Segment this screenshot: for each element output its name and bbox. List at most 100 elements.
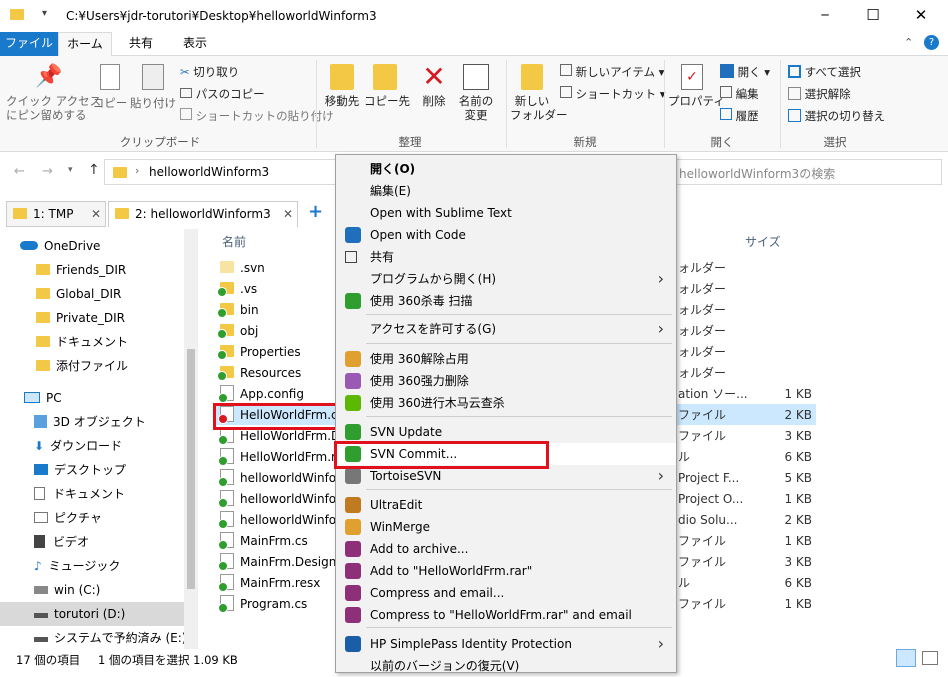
nav-pc[interactable]: PC — [24, 386, 62, 410]
history-button[interactable]: 履歴 — [720, 108, 759, 124]
menu-item[interactable]: HP SimplePass Identity Protection › — [336, 633, 676, 655]
file-row[interactable]: bin — [217, 300, 259, 321]
file-row[interactable]: helloworldWinfor — [218, 510, 341, 531]
nav-onedrive[interactable]: OneDrive — [20, 234, 100, 258]
nav-item[interactable]: 3D オブジェクト — [34, 410, 146, 434]
menu-item[interactable]: 使用 360强力删除 — [336, 370, 676, 392]
nav-scrollbar[interactable] — [184, 229, 198, 649]
file-row[interactable]: App.config — [218, 384, 304, 405]
recent-dropdown-icon[interactable]: ▾ — [68, 165, 73, 175]
nav-item[interactable]: win (C:) — [34, 578, 100, 602]
new-item-button[interactable]: 新しいアイテム ▾ — [560, 64, 664, 80]
menu-item[interactable]: Open with Code — [336, 224, 676, 246]
column-header-name[interactable]: 名前 — [222, 233, 246, 250]
menu-item[interactable]: SVN Update — [336, 421, 676, 443]
quick-access-dropdown-icon[interactable]: ▾ — [42, 8, 47, 19]
close-icon[interactable]: ✕ — [283, 202, 293, 226]
file-row[interactable]: helloworldWinfor — [218, 489, 341, 510]
nav-item[interactable]: ♪ ミュージック — [34, 554, 120, 578]
large-icons-view-icon[interactable] — [922, 651, 938, 665]
menu-item[interactable]: Compress and email... — [336, 582, 676, 604]
file-row[interactable]: .svn — [220, 258, 265, 279]
move-to-button[interactable]: 移動先 — [322, 64, 362, 108]
scrollbar-thumb[interactable] — [187, 349, 195, 589]
menu-item[interactable]: 以前のバージョンの復元(V) — [336, 655, 676, 677]
menu-item[interactable]: Add to archive... — [336, 538, 676, 560]
back-icon[interactable]: ← — [14, 164, 25, 179]
folder-tab-tmp[interactable]: 1: TMP ✕ — [6, 201, 106, 227]
file-row[interactable]: HelloWorldFrm.re — [218, 447, 343, 468]
folder-tab-helloworld[interactable]: 2: helloworldWinform3 ✕ — [108, 201, 298, 227]
nav-item[interactable]: 添付ファイル — [36, 354, 128, 378]
tab-file[interactable]: ファイル — [0, 32, 58, 56]
nav-item[interactable]: ドキュメント — [34, 482, 125, 506]
nav-item[interactable]: ドキュメント — [36, 330, 128, 354]
delete-button[interactable]: ✕ 削除 — [414, 63, 454, 109]
tab-share[interactable]: 共有 — [116, 32, 166, 56]
cut-button[interactable]: ✂ 切り取り — [180, 64, 239, 80]
file-row[interactable]: Program.cs — [218, 594, 307, 615]
paste-shortcut-button[interactable]: ショートカットの貼り付け — [180, 108, 334, 124]
file-row[interactable]: obj — [217, 321, 258, 342]
rename-button[interactable]: 名前の 変更 — [456, 64, 496, 122]
new-tab-icon[interactable]: + — [308, 201, 323, 222]
menu-item[interactable]: Compress to "HelloWorldFrm.rar" and emai… — [336, 604, 676, 626]
column-header-size[interactable]: サイズ — [745, 233, 781, 250]
menu-item[interactable]: Open with Sublime Text — [336, 202, 676, 224]
help-icon[interactable]: ? — [924, 35, 939, 50]
nav-item[interactable]: Private_DIR — [36, 306, 125, 330]
file-row[interactable]: Properties — [217, 342, 301, 363]
edit-button[interactable]: 編集 — [720, 86, 759, 102]
menu-item[interactable]: 使用 360进行木马云查杀 — [336, 392, 676, 414]
menu-item[interactable]: 使用 360杀毒 扫描 — [336, 290, 676, 312]
search-box[interactable]: helloworldWinform3の検索 — [676, 159, 942, 185]
menu-item[interactable]: 共有 — [336, 246, 676, 268]
open-button[interactable]: 開く ▾ — [720, 64, 770, 80]
details-view-icon[interactable] — [896, 649, 916, 667]
menu-item[interactable]: 使用 360解除占用 — [336, 348, 676, 370]
tab-view[interactable]: 表示 — [170, 32, 220, 56]
file-row[interactable]: Resources — [217, 363, 301, 384]
chevron-up-icon[interactable]: ⌃ — [904, 36, 913, 49]
nav-item[interactable]: ⬇ ダウンロード — [34, 434, 122, 458]
paste-button[interactable]: 貼り付け — [130, 64, 176, 110]
menu-item[interactable]: UltraEdit — [336, 494, 676, 516]
forward-icon[interactable]: → — [42, 164, 53, 179]
menu-item[interactable]: WinMerge — [336, 516, 676, 538]
menu-item[interactable]: プログラムから開く(H) › — [336, 268, 676, 290]
file-row[interactable]: .vs — [217, 279, 257, 300]
up-icon[interactable]: ↑ — [88, 162, 100, 178]
file-row[interactable]: MainFrm.Designer — [218, 552, 349, 573]
select-none-button[interactable]: 選択解除 — [788, 86, 851, 102]
menu-item[interactable]: アクセスを許可する(G) › — [336, 318, 676, 340]
nav-item[interactable]: ピクチャ — [34, 506, 102, 530]
copy-path-button[interactable]: パスのコピー — [180, 86, 265, 102]
nav-item[interactable]: Global_DIR — [36, 282, 121, 306]
file-row[interactable]: helloworldWinfor — [218, 468, 341, 489]
invert-selection-button[interactable]: 選択の切り替え — [788, 108, 885, 124]
close-button[interactable]: ✕ — [898, 0, 944, 32]
menu-item[interactable]: Add to "HelloWorldFrm.rar" — [336, 560, 676, 582]
file-row[interactable]: MainFrm.cs — [218, 531, 308, 552]
shortcut-button[interactable]: ショートカット ▾ — [560, 86, 666, 102]
menu-item[interactable]: 開く(O) — [336, 158, 676, 180]
nav-item[interactable]: Friends_DIR — [36, 258, 126, 282]
nav-item-selected[interactable]: torutori (D:) — [0, 602, 184, 626]
new-folder-button[interactable]: 新しい フォルダー — [510, 64, 568, 122]
file-row[interactable]: MainFrm.resx — [218, 573, 320, 594]
select-all-button[interactable]: すべて選択 — [788, 64, 861, 80]
pin-quick-access-button[interactable]: 📌 クイック アクセス にピン留めする — [6, 64, 101, 122]
nav-item[interactable]: システムで予約済み (E:) — [34, 626, 186, 650]
address-bar[interactable]: › helloworldWinform3 — [104, 159, 338, 185]
properties-button[interactable]: ✓ プロパティ — [668, 64, 725, 108]
menu-item[interactable]: 編集(E) — [336, 180, 676, 202]
copy-to-button[interactable]: コピー先 — [364, 64, 410, 108]
nav-item[interactable]: デスクトップ — [34, 458, 126, 482]
maximize-button[interactable]: ☐ — [850, 0, 896, 32]
nav-item[interactable]: ビデオ — [34, 530, 89, 554]
minimize-button[interactable]: ─ — [802, 0, 848, 32]
close-icon[interactable]: ✕ — [91, 202, 101, 226]
copy-label: コピー — [92, 96, 128, 110]
copy-button[interactable]: コピー — [92, 64, 128, 110]
tab-home[interactable]: ホーム — [58, 32, 112, 57]
